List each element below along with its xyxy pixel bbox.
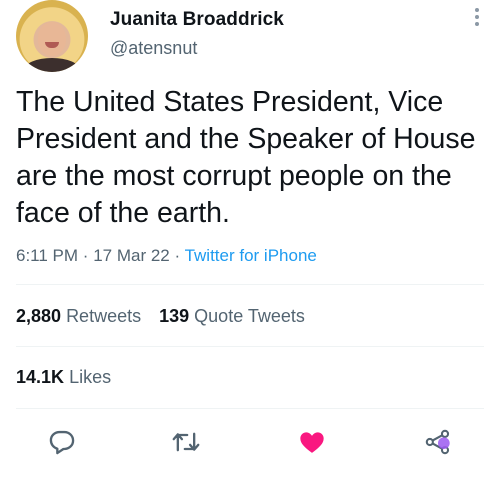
tweet-actions (0, 420, 500, 464)
divider (16, 346, 484, 347)
quote-tweets-count: 139 (159, 306, 190, 326)
user-handle[interactable]: @atensnut (110, 38, 197, 59)
heart-icon (300, 432, 324, 453)
avatar[interactable] (16, 0, 88, 72)
share-button[interactable] (424, 428, 452, 456)
divider (16, 408, 484, 409)
quote-tweets-label: Quote Tweets (194, 306, 305, 326)
quote-tweets-stat[interactable]: 139 Quote Tweets (159, 306, 305, 326)
meta-separator: · (82, 246, 89, 265)
meta-separator: · (174, 246, 181, 265)
like-button[interactable] (298, 428, 326, 456)
avatar-shirt (24, 58, 80, 72)
likes-label: Likes (69, 367, 112, 387)
tweet-source[interactable]: Twitter for iPhone (185, 246, 317, 265)
tweet-text: The United States President, Vice Presid… (16, 86, 476, 229)
tweet-meta: 6:11 PM · 17 Mar 22 · Twitter for iPhone (16, 246, 317, 266)
retweet-stats: 2,880 Retweets 139 Quote Tweets (16, 306, 305, 327)
tweet-time[interactable]: 6:11 PM (16, 246, 78, 265)
tweet-header: Juanita Broaddrick @atensnut (16, 0, 484, 80)
likes-stats[interactable]: 14.1K Likes (16, 367, 111, 388)
share-icon (425, 429, 450, 455)
likes-count: 14.1K (16, 367, 65, 387)
display-name[interactable]: Juanita Broaddrick (110, 9, 284, 31)
retweet-icon (172, 432, 200, 452)
retweets-label: Retweets (66, 306, 142, 326)
reply-button[interactable] (48, 428, 76, 456)
avatar-face (38, 22, 66, 56)
retweet-button[interactable] (172, 428, 200, 456)
reply-icon (49, 430, 75, 455)
retweets-stat[interactable]: 2,880 Retweets (16, 306, 141, 326)
tweet-date[interactable]: 17 Mar 22 (93, 246, 170, 265)
retweets-count: 2,880 (16, 306, 62, 326)
more-options-icon[interactable] (474, 8, 480, 30)
divider (16, 284, 484, 285)
